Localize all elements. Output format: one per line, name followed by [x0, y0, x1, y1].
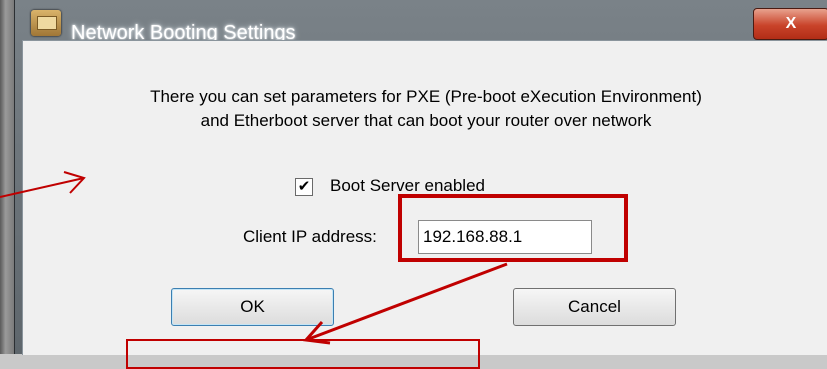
annotation-arrows	[0, 171, 508, 345]
left-arrow-line	[0, 177, 85, 198]
callout-arrow-line	[305, 262, 508, 342]
